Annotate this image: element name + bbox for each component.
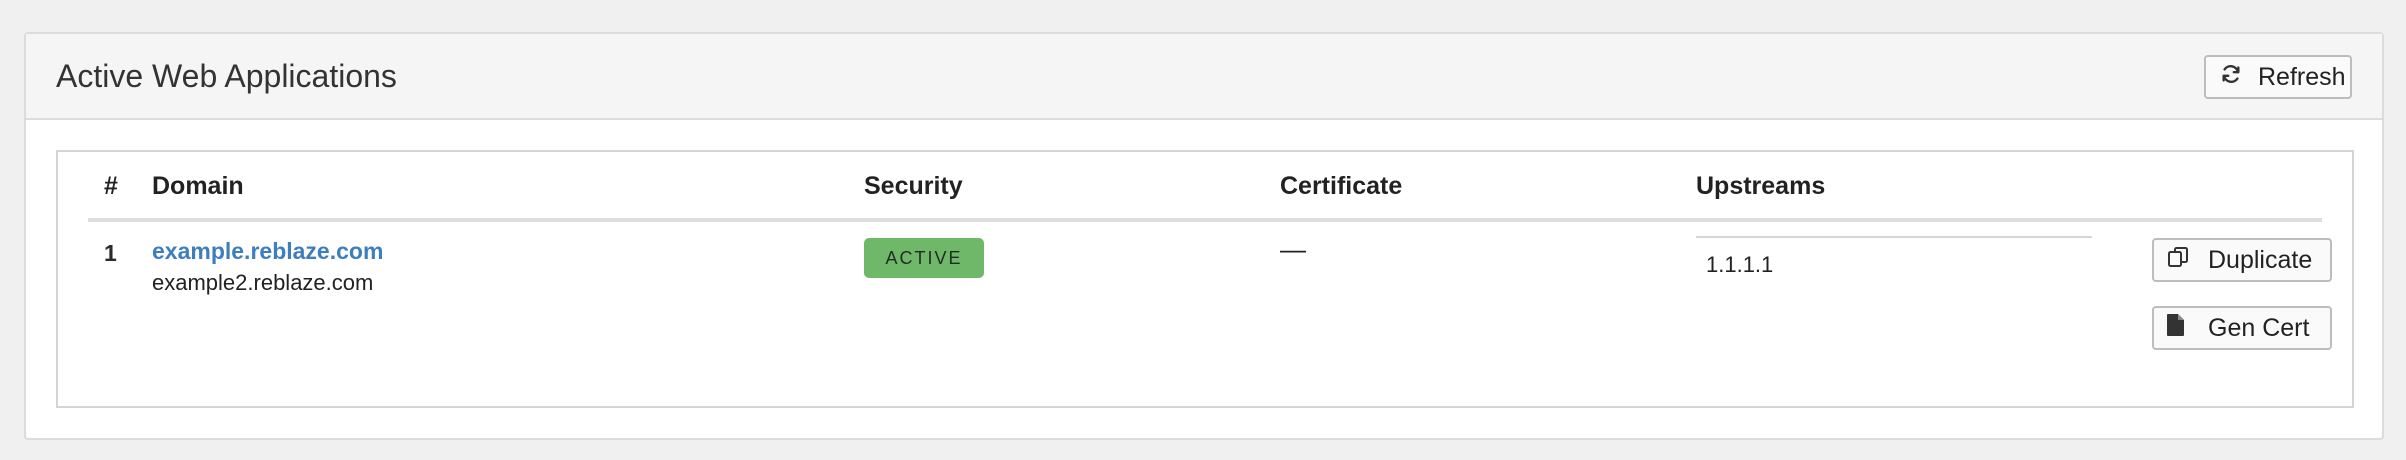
column-header-certificate: Certificate	[1280, 172, 1403, 200]
upstream-list: 1.1.1.1	[1696, 236, 2092, 288]
duplicate-button-label: Duplicate	[2208, 245, 2313, 274]
column-header-security: Security	[864, 172, 963, 200]
column-header-upstreams: Upstreams	[1696, 172, 1826, 200]
column-header-domain: Domain	[152, 172, 244, 200]
panel-header: Active Web Applications Refresh	[26, 34, 2382, 120]
gen-cert-button[interactable]: Gen Cert	[2152, 306, 2332, 350]
refresh-icon	[2220, 63, 2242, 92]
file-icon	[2166, 313, 2186, 344]
domain-secondary: example2.reblaze.com	[152, 270, 374, 295]
refresh-button-label: Refresh	[2258, 62, 2346, 91]
duplicate-icon	[2166, 245, 2190, 276]
column-header-index: #	[104, 172, 118, 200]
panel-title: Active Web Applications	[56, 58, 397, 94]
refresh-button[interactable]: Refresh	[2204, 55, 2352, 99]
header-divider	[88, 218, 2322, 222]
domain-link[interactable]: example.reblaze.com	[152, 238, 383, 265]
duplicate-button[interactable]: Duplicate	[2152, 238, 2332, 282]
applications-table: # Domain Security Certificate Upstreams …	[56, 150, 2354, 408]
row-index: 1	[104, 240, 117, 266]
upstream-address: 1.1.1.1	[1706, 252, 1774, 277]
active-web-applications-panel: Active Web Applications Refresh # Domain…	[24, 32, 2384, 440]
certificate-value: —	[1280, 234, 1306, 264]
gen-cert-button-label: Gen Cert	[2208, 313, 2310, 342]
status-badge: ACTIVE	[864, 238, 984, 278]
